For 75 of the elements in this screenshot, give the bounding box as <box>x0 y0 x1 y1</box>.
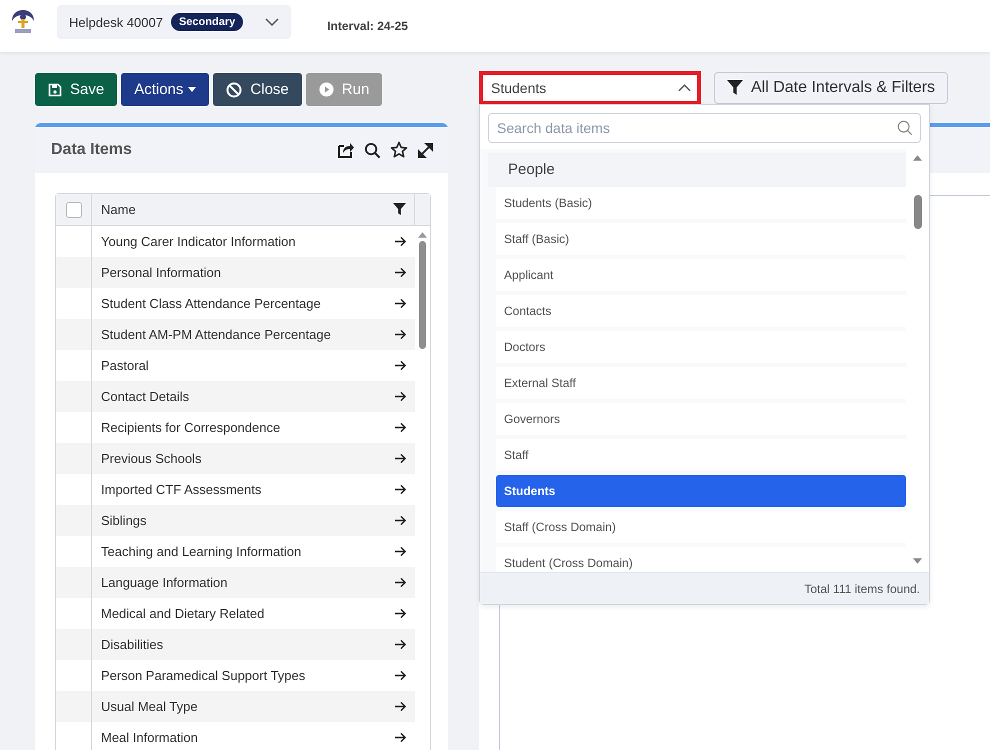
panel-title: Data Items <box>51 141 132 159</box>
arrow-right-icon[interactable] <box>394 515 407 526</box>
expand-icon[interactable] <box>417 142 434 158</box>
select-all-checkbox[interactable] <box>66 202 82 218</box>
dropdown-option[interactable]: Doctors <box>496 331 906 363</box>
prohibited-icon <box>226 82 242 98</box>
arrow-right-icon[interactable] <box>394 701 407 712</box>
scroll-up-icon[interactable] <box>418 232 427 238</box>
search-icon <box>897 120 913 136</box>
school-type-badge: Secondary <box>170 13 244 31</box>
arrow-right-icon[interactable] <box>394 577 407 588</box>
data-item-name[interactable]: Pastoral <box>101 358 149 373</box>
data-item-name[interactable]: Meal Information <box>101 730 198 745</box>
arrow-right-icon[interactable] <box>394 608 407 619</box>
arrow-right-icon[interactable] <box>394 422 407 433</box>
arrow-right-icon[interactable] <box>394 546 407 557</box>
interval-label: Interval: 24-25 <box>327 18 408 32</box>
chevron-up-icon <box>678 84 691 92</box>
data-item-name[interactable]: Contact Details <box>101 389 190 404</box>
arrow-right-icon[interactable] <box>394 267 407 278</box>
dropdown-option[interactable]: Contacts <box>496 295 906 327</box>
toolbar-button[interactable]: Close <box>213 73 302 106</box>
dropdown-option[interactable]: Governors <box>496 403 906 435</box>
search-field[interactable]: Search data items <box>488 113 921 143</box>
scroll-down-icon[interactable] <box>913 558 922 564</box>
column-header: Name <box>101 202 136 217</box>
data-item-name[interactable]: Disabilities <box>101 637 164 652</box>
filters-button[interactable]: All Date Intervals & Filters <box>714 72 948 104</box>
data-item-name[interactable]: Imported CTF Assessments <box>101 482 262 497</box>
arrow-right-icon[interactable] <box>394 732 407 743</box>
arrow-right-icon[interactable] <box>394 360 407 371</box>
data-item-name[interactable]: Medical and Dietary Related <box>101 606 264 621</box>
filter-icon[interactable] <box>393 203 406 216</box>
arrow-right-icon[interactable] <box>394 484 407 495</box>
chevron-down-icon <box>265 18 280 26</box>
dropdown-option[interactable]: Students <box>496 475 906 507</box>
data-item-name[interactable]: Personal Information <box>101 265 221 280</box>
arrow-right-icon[interactable] <box>394 391 407 402</box>
dropdown-option[interactable]: Applicant <box>496 259 906 291</box>
share-icon[interactable] <box>337 141 355 159</box>
arrow-right-icon[interactable] <box>394 639 407 650</box>
dropdown-option[interactable]: Staff (Cross Domain) <box>496 511 906 543</box>
data-item-name[interactable]: Previous Schools <box>101 451 202 466</box>
group-header: People <box>488 153 906 187</box>
scroll-up-icon[interactable] <box>913 155 922 161</box>
data-item-name[interactable]: Language Information <box>101 575 228 590</box>
data-item-name[interactable]: Recipients for Correspondence <box>101 420 280 435</box>
scrollbar-thumb[interactable] <box>419 241 426 349</box>
arrow-right-icon[interactable] <box>394 298 407 309</box>
search-icon[interactable] <box>364 142 381 158</box>
data-item-name[interactable]: Person Paramedical Support Types <box>101 668 306 683</box>
dropdown-option[interactable]: External Staff <box>496 367 906 399</box>
arrow-right-icon[interactable] <box>394 670 407 681</box>
toolbar-button[interactable]: Save <box>35 73 118 106</box>
data-source-selector[interactable]: Students <box>479 71 701 105</box>
filter-icon <box>727 80 743 96</box>
dropdown-option[interactable]: Students (Basic) <box>496 187 906 219</box>
dropdown-option[interactable]: Student (Cross Domain) <box>496 547 906 572</box>
data-item-name[interactable]: Siblings <box>101 513 147 528</box>
scrollbar-thumb[interactable] <box>914 195 922 229</box>
caret-icon <box>188 87 196 92</box>
school-selector[interactable]: Helpdesk 40007 Secondary <box>57 5 292 39</box>
dropdown-option[interactable]: Staff <box>496 439 906 471</box>
toolbar-button[interactable]: Actions <box>121 73 210 106</box>
play-icon <box>318 82 334 97</box>
results-count: Total 111 items found. <box>804 582 920 596</box>
arrow-right-icon[interactable] <box>394 236 407 247</box>
arrow-right-icon[interactable] <box>394 453 407 464</box>
data-item-name[interactable]: Student Class Attendance Percentage <box>101 296 321 311</box>
data-item-name[interactable]: Teaching and Learning Information <box>101 544 302 559</box>
data-item-name[interactable]: Usual Meal Type <box>101 699 198 714</box>
star-icon[interactable] <box>390 141 408 159</box>
arrow-right-icon[interactable] <box>394 329 407 340</box>
data-item-name[interactable]: Young Carer Indicator Information <box>101 234 296 249</box>
dropdown-option[interactable]: Staff (Basic) <box>496 223 906 255</box>
